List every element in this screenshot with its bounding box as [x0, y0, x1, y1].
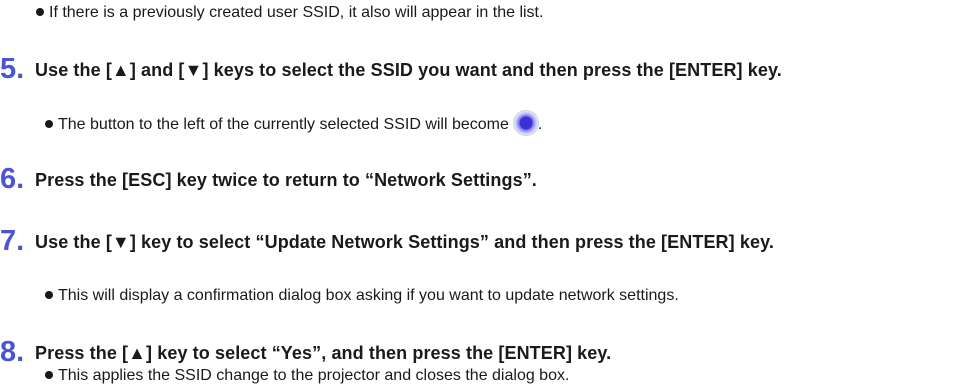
step-5-bullet-suffix: . — [537, 116, 543, 133]
intro-bullet: If there is a previously created user SS… — [36, 3, 543, 23]
step-instruction: Use the [▼] key to select “Update Networ… — [35, 232, 774, 252]
step-number: 7. — [0, 225, 25, 257]
bullet-dot-icon — [45, 291, 53, 299]
step-number: 5. — [0, 53, 25, 85]
step-8-bullet: This applies the SSID change to the proj… — [45, 366, 569, 386]
step-8-bullet-text: This applies the SSID change to the proj… — [58, 367, 570, 384]
intro-bullet-text: If there is a previously created user SS… — [49, 4, 544, 21]
bullet-dot-icon — [45, 120, 53, 128]
step-number: 6. — [0, 163, 25, 195]
step-instruction: Use the [▲] and [▼] keys to select the S… — [35, 60, 782, 80]
step-7-bullet: This will display a confirmation dialog … — [45, 286, 679, 306]
step-number: 8. — [0, 336, 25, 368]
step-7-bullet-text: This will display a confirmation dialog … — [58, 287, 679, 304]
selected-radio-button-icon — [513, 111, 538, 135]
step-5-bullet: The button to the left of the currently … — [45, 111, 542, 135]
manual-page: If there is a previously created user SS… — [0, 0, 977, 390]
bullet-dot-icon — [36, 8, 44, 16]
bullet-dot-icon — [45, 371, 53, 379]
step-instruction: Press the [ESC] key twice to return to “… — [35, 170, 537, 190]
step-instruction: Press the [▲] key to select “Yes”, and t… — [35, 343, 612, 363]
step-5-bullet-text: The button to the left of the currently … — [58, 116, 509, 133]
